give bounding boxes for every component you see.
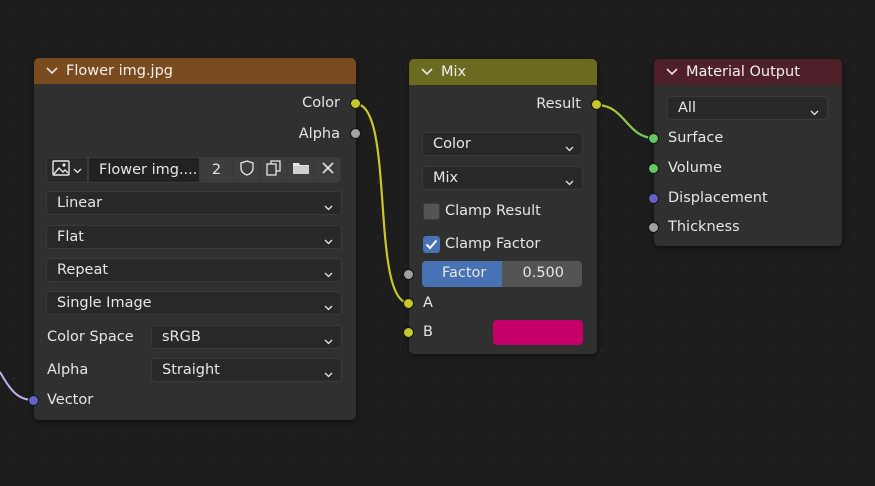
input-thickness-socket[interactable]: [648, 222, 659, 233]
color-space-label: Color Space: [47, 329, 134, 345]
interpolation-value: Linear: [57, 195, 103, 211]
image-selector[interactable]: Flower img.... 2: [46, 157, 341, 183]
user-count-text: 2: [211, 162, 222, 178]
user-count-button[interactable]: 2: [200, 157, 233, 183]
data-type-dropdown[interactable]: Color: [422, 132, 583, 156]
chevron-down-icon: [324, 233, 333, 249]
image-name-field[interactable]: Flower img....: [88, 157, 200, 183]
image-name-text: Flower img....: [99, 162, 198, 178]
image-browse-button[interactable]: [46, 157, 88, 183]
chevron-down-icon: [565, 174, 574, 190]
output-alpha-label: Alpha: [298, 126, 340, 142]
input-volume-socket[interactable]: [648, 163, 659, 174]
chevron-down-icon: [565, 140, 574, 156]
folder-icon: [292, 161, 310, 179]
alpha-mode-label: Alpha: [47, 362, 89, 378]
material-output-node[interactable]: Material Output All Surface Volume Displ…: [654, 59, 842, 246]
output-color-socket[interactable]: [350, 98, 361, 109]
output-result-socket[interactable]: [591, 99, 602, 110]
projection-dropdown[interactable]: Flat: [46, 225, 342, 249]
input-b-socket[interactable]: [403, 327, 414, 338]
input-displacement-label: Displacement: [668, 190, 768, 206]
image-texture-node[interactable]: Flower img.jpg Color Alpha Flower img...…: [34, 58, 356, 420]
mix-node-title: Mix: [441, 64, 467, 80]
alpha-mode-value: Straight: [162, 362, 220, 378]
material-output-title: Material Output: [686, 64, 800, 80]
mix-node-header[interactable]: Mix: [409, 59, 597, 85]
input-factor-socket[interactable]: [403, 269, 414, 280]
b-color-swatch[interactable]: [493, 320, 583, 345]
input-a-label: A: [423, 295, 433, 311]
fake-user-shield-icon: [239, 160, 254, 180]
target-dropdown[interactable]: All: [667, 96, 828, 120]
clamp-result-checkbox[interactable]: [423, 203, 440, 220]
link-result-to-surface: [596, 103, 655, 140]
input-displacement-socket[interactable]: [648, 193, 659, 204]
input-surface-label: Surface: [668, 130, 724, 146]
interpolation-dropdown[interactable]: Linear: [46, 191, 342, 215]
output-result-label: Result: [536, 96, 581, 112]
input-b-label: B: [423, 324, 433, 340]
data-type-value: Color: [433, 136, 471, 152]
chevron-down-icon: [324, 299, 333, 315]
input-thickness-label: Thickness: [668, 219, 740, 235]
link-color-to-a: [355, 102, 410, 305]
collapse-chevron-icon[interactable]: [421, 68, 437, 76]
open-file-button[interactable]: [287, 157, 314, 183]
input-vector-socket[interactable]: [28, 395, 39, 406]
close-icon: [321, 162, 334, 178]
clamp-factor-checkbox[interactable]: [423, 236, 440, 253]
clamp-result-label: Clamp Result: [445, 203, 541, 219]
blend-mode-value: Mix: [433, 170, 459, 186]
input-surface-socket[interactable]: [648, 133, 659, 144]
blend-mode-dropdown[interactable]: Mix: [422, 166, 583, 190]
image-icon: [52, 160, 70, 180]
duplicate-icon: [265, 160, 282, 180]
chevron-down-icon: [324, 366, 333, 382]
collapse-chevron-icon[interactable]: [46, 67, 62, 75]
color-space-dropdown[interactable]: sRGB: [151, 325, 342, 349]
target-value: All: [678, 100, 696, 116]
extension-dropdown[interactable]: Repeat: [46, 258, 342, 282]
material-output-header[interactable]: Material Output: [654, 59, 842, 85]
color-space-value: sRGB: [162, 329, 201, 345]
source-value: Single Image: [57, 295, 152, 311]
duplicate-button[interactable]: [260, 157, 287, 183]
input-volume-label: Volume: [668, 160, 722, 176]
output-color-label: Color: [302, 95, 340, 111]
image-node-title: Flower img.jpg: [66, 63, 173, 79]
extension-value: Repeat: [57, 262, 109, 278]
source-dropdown[interactable]: Single Image: [46, 291, 342, 315]
output-alpha-socket[interactable]: [350, 128, 361, 139]
chevron-down-icon: [324, 333, 333, 349]
factor-slider[interactable]: Factor 0.500: [422, 261, 582, 287]
checkmark-icon: [423, 239, 440, 257]
factor-label: Factor: [442, 265, 487, 281]
link-vector-input: [0, 371, 34, 401]
fake-user-button[interactable]: [233, 157, 260, 183]
input-vector-label: Vector: [47, 392, 94, 408]
collapse-chevron-icon[interactable]: [666, 68, 682, 76]
image-node-header[interactable]: Flower img.jpg: [34, 58, 356, 84]
input-a-socket[interactable]: [403, 298, 414, 309]
factor-value: 0.500: [522, 265, 564, 281]
projection-value: Flat: [57, 229, 84, 245]
unlink-image-button[interactable]: [314, 157, 341, 183]
chevron-down-icon: [73, 162, 82, 178]
chevron-down-icon: [810, 104, 819, 120]
chevron-down-icon: [324, 266, 333, 282]
clamp-factor-label: Clamp Factor: [445, 236, 541, 252]
mix-node[interactable]: Mix Result Color Mix Clamp Result Clamp …: [409, 59, 597, 354]
chevron-down-icon: [324, 199, 333, 215]
alpha-mode-dropdown[interactable]: Straight: [151, 358, 342, 382]
